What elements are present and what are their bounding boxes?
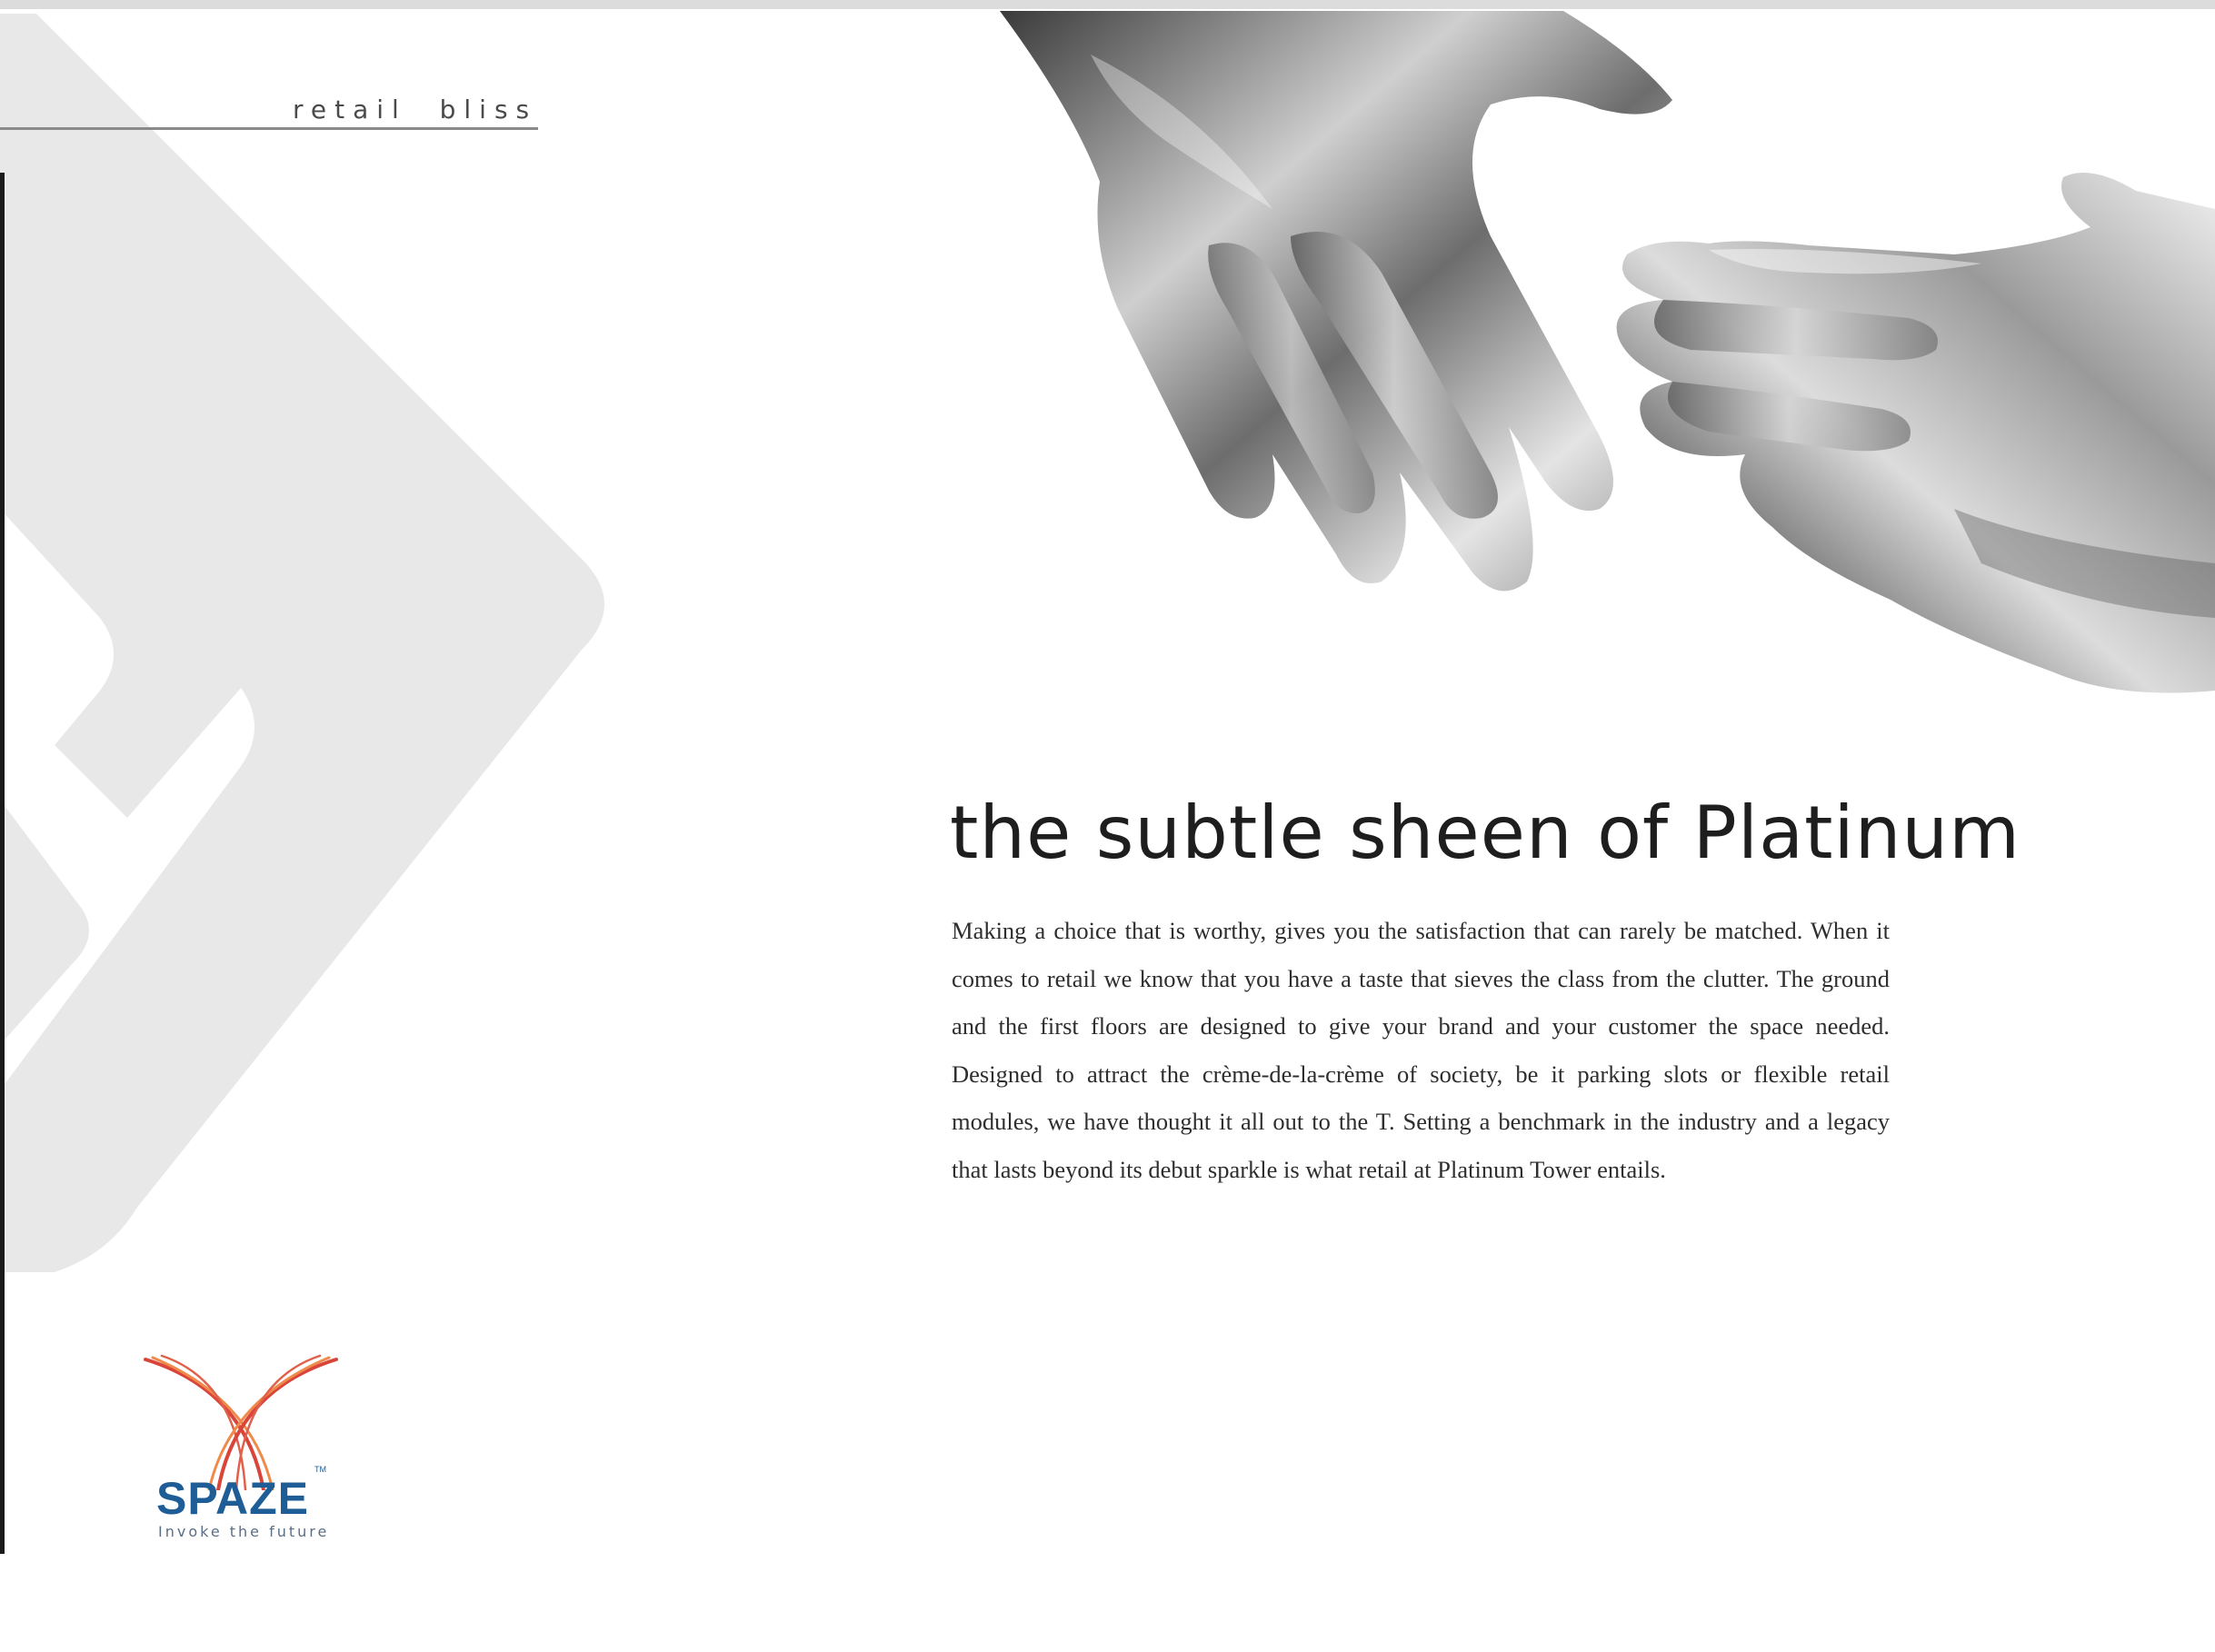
logo-trademark: TM: [314, 1465, 326, 1474]
spaze-logo: SPAZE TM Invoke the future: [136, 1354, 345, 1545]
logo-wordmark: SPAZE: [156, 1473, 309, 1524]
body-paragraph: Making a choice that is worthy, gives yo…: [952, 917, 1890, 1183]
chrome-hands-image-icon: [1000, 11, 2215, 693]
headline: the subtle sheen of Platinum: [950, 791, 2021, 875]
logo-tagline: Invoke the future: [158, 1523, 330, 1540]
brochure-page: retail bliss the subtle sheen of Platinu…: [0, 0, 2215, 1652]
left-edge-border: [0, 173, 5, 1554]
